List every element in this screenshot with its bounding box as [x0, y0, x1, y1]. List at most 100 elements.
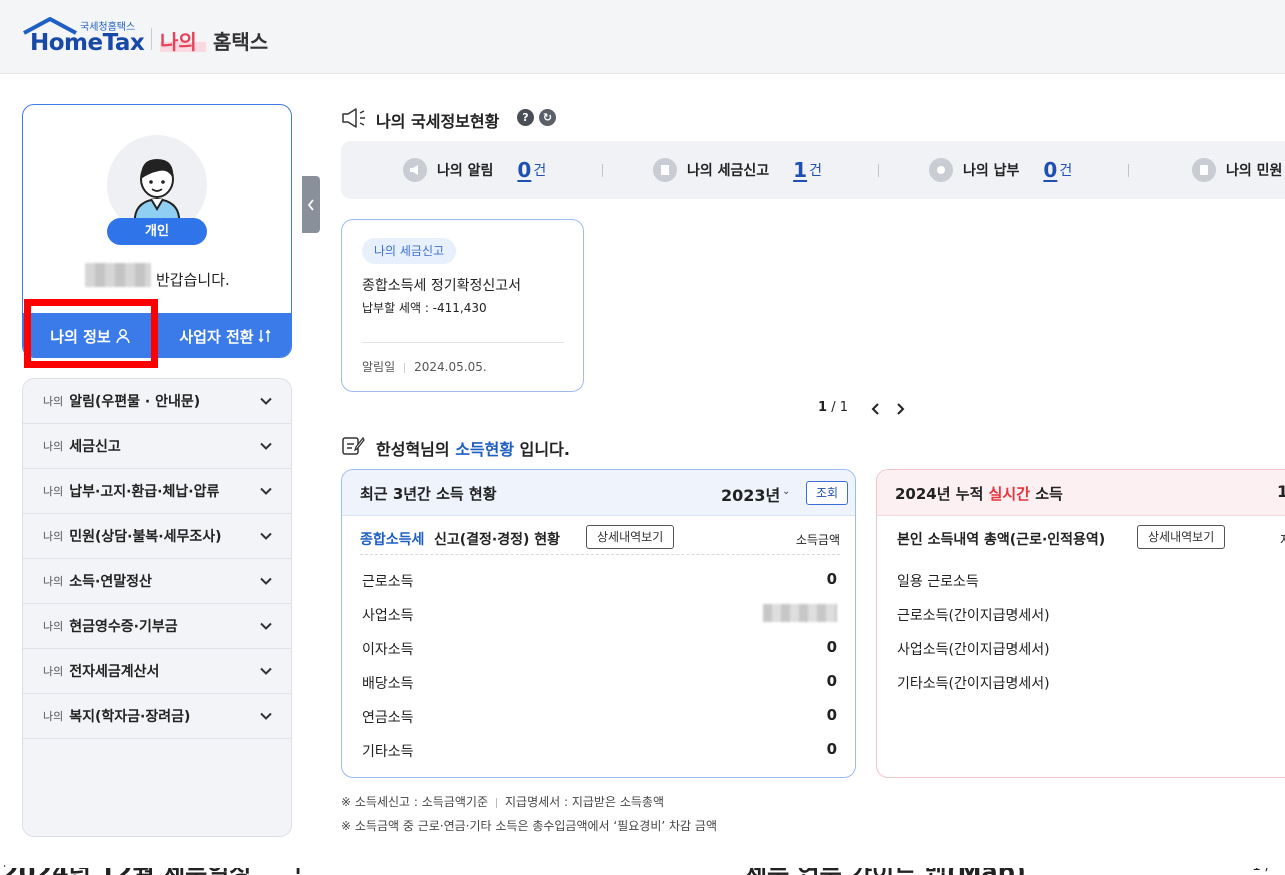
- menu-item-label: 알림(우편물 · 안내문): [69, 394, 201, 410]
- card-tag: 나의 세금신고: [362, 238, 457, 264]
- menu-item-label: 세금신고: [69, 439, 121, 455]
- amount-column-label: 소득금액: [795, 533, 840, 547]
- pager-total: 1: [839, 400, 848, 415]
- income-row: 이자소득 0: [362, 638, 837, 658]
- realtime-card-header: 2024년 누적 실시간 소득 1: [877, 470, 1285, 516]
- detail-view-button[interactable]: 상세내역보기: [586, 525, 675, 549]
- hometax-logo[interactable]: 국세청홈택스 HomeTax: [22, 16, 147, 58]
- realtime-income-card: 2024년 누적 실시간 소득 1 본인 소득내역 총액(근로·인적용역) 상세…: [876, 469, 1285, 778]
- document-edit-icon: [653, 158, 677, 182]
- menu-prefix: 나의: [43, 440, 64, 453]
- status-divider: [878, 164, 879, 177]
- menu-item-welfare[interactable]: 나의 복지(학자금·장려금): [23, 694, 291, 739]
- menu-prefix: 나의: [43, 575, 64, 588]
- realtime-card-title: 2024년 누적 실시간 소득: [895, 485, 1063, 503]
- income-3year-card: 최근 3년간 소득 현황 2023년 ⌄ 조회 종합소득세 신고(결정·경정) …: [341, 469, 856, 778]
- menu-prefix: 나의: [43, 620, 64, 633]
- clipboard-icon: [1192, 158, 1216, 182]
- pager-current: 1: [818, 400, 828, 415]
- menu-item-notices[interactable]: 나의 알림(우편물 · 안내문): [23, 379, 291, 424]
- year-select[interactable]: 2023년: [721, 482, 780, 506]
- realtime-amount-label: 지급: [1280, 531, 1285, 548]
- menu-item-cash-receipt[interactable]: 나의 현금영수증·기부금: [23, 604, 291, 649]
- user-name-redacted: [85, 263, 151, 287]
- next-page-icon[interactable]: [895, 403, 905, 415]
- megaphone-icon: [342, 108, 365, 128]
- subheader-text: 신고(결정·경정) 현황: [434, 532, 561, 548]
- card-divider: [362, 342, 564, 343]
- footnote-2: ※ 소득금액 중 근로·연금·기타 소득은 총수입금액에서 ‘필요경비’ 차감 …: [341, 819, 717, 833]
- status-civil[interactable]: 나의 민원: [1192, 141, 1285, 199]
- chevron-down-icon: [260, 442, 272, 450]
- menu-item-tax-filing[interactable]: 나의 세금신고: [23, 424, 291, 469]
- status-divider: [602, 164, 603, 177]
- side-menu: 나의 알림(우편물 · 안내문) 나의 세금신고 나의 납부·고지·환급·체납·…: [22, 378, 292, 837]
- status-divider: [1128, 164, 1129, 177]
- realtime-subheader-text: 본인 소득내역 총액(근로·인적용역): [897, 532, 1106, 548]
- card-pager: 1 / 1: [818, 400, 848, 415]
- chevron-down-icon: [260, 712, 272, 720]
- status-tax-filing[interactable]: 나의 세금신고 1 건: [653, 141, 822, 199]
- menu-item-civil[interactable]: 나의 민원(상담·불복·세무조사): [23, 514, 291, 559]
- income-card-header: 최근 3년간 소득 현황 2023년 ⌄ 조회: [342, 470, 855, 516]
- chevron-down-icon: [260, 667, 272, 675]
- menu-prefix: 나의: [43, 665, 64, 678]
- chevron-down-icon: [260, 577, 272, 585]
- query-button[interactable]: 조회: [806, 481, 848, 505]
- income-row: 기타소득 0: [362, 740, 837, 760]
- income-card-title: 최근 3년간 소득 현황: [360, 485, 497, 503]
- menu-item-label: 소득·연말정산: [69, 574, 152, 590]
- status-summary-bar: 나의 알림 0 건 나의 세금신고 1 건 나의 납부 0 건 나의 민원: [341, 141, 1285, 199]
- redacted-value: [763, 604, 837, 622]
- header: 국세청홈택스 HomeTax 나의 홈택스: [0, 0, 1285, 74]
- chevron-down-icon[interactable]: ⌄: [782, 486, 790, 497]
- income-row: 근로소득 0: [362, 570, 837, 590]
- chevron-down-icon: [260, 622, 272, 630]
- menu-prefix: 나의: [43, 395, 64, 408]
- menu-item-label: 민원(상담·불복·세무조사): [69, 529, 222, 545]
- page-title-my: 나의: [160, 30, 197, 54]
- chevron-left-icon: [307, 198, 314, 211]
- status-count[interactable]: 0: [517, 158, 531, 182]
- user-type-badge: 개인: [107, 218, 207, 245]
- income-row: 연금소득 0: [362, 706, 837, 726]
- status-notices[interactable]: 나의 알림 0 건: [403, 141, 546, 199]
- status-payment[interactable]: 나의 납부 0 건: [929, 141, 1072, 199]
- menu-prefix: 나의: [43, 530, 64, 543]
- greeting-text: 반갑습니다.: [156, 271, 230, 289]
- chevron-down-icon: [260, 487, 272, 495]
- income-divider: [360, 554, 840, 555]
- income-row: 배당소득 0: [362, 672, 837, 692]
- status-section-title: 나의 국세정보현황: [376, 112, 500, 131]
- refresh-icon[interactable]: ↻: [539, 109, 556, 126]
- card-amount: 납부할 세액 : -411,430: [362, 301, 487, 315]
- collapse-sidebar-button[interactable]: [302, 176, 320, 233]
- status-count[interactable]: 0: [1043, 158, 1057, 182]
- tax-filing-card[interactable]: 나의 세금신고 종합소득세 정기확정신고서 납부할 세액 : -411,430 …: [341, 219, 584, 392]
- edit-note-icon: [342, 436, 365, 455]
- switch-business-label: 사업자 전환: [179, 327, 254, 346]
- help-icon[interactable]: ?: [517, 109, 534, 126]
- logo-text: HomeTax: [30, 30, 145, 56]
- realtime-subheader: 본인 소득내역 총액(근로·인적용역) 상세내역보기 지급: [897, 525, 1285, 555]
- income-section-title: 한성혁님의 소득현황 입니다.: [376, 440, 570, 459]
- page-title: 홈택스: [213, 30, 269, 54]
- menu-item-income[interactable]: 나의 소득·연말정산: [23, 559, 291, 604]
- footnote-1: ※ 소득세신고 : 소득금액기준 지급명세서 : 지급받은 소득총액: [341, 795, 664, 809]
- menu-item-label: 납부·고지·환급·체납·압류: [69, 484, 220, 500]
- swap-arrows-icon: [258, 329, 271, 343]
- my-hometax-modal: 국세청홈택스 HomeTax 나의 홈택스 개인 반갑습니다. 나의 정보 사업…: [0, 0, 1285, 868]
- status-count[interactable]: 1: [793, 158, 807, 182]
- my-info-highlight-box: [24, 299, 158, 368]
- prev-page-icon[interactable]: [871, 403, 881, 415]
- income-subheader: 종합소득세 신고(결정·경정) 현황 상세내역보기 소득금액: [360, 525, 840, 555]
- realtime-detail-button[interactable]: 상세내역보기: [1137, 525, 1226, 549]
- realtime-year-cut[interactable]: 1: [1277, 482, 1285, 501]
- bell-icon: [403, 158, 427, 182]
- card-title: 종합소득세 정기확정신고서: [362, 278, 522, 294]
- menu-prefix: 나의: [43, 710, 64, 723]
- menu-item-e-invoice[interactable]: 나의 전자세금계산서: [23, 649, 291, 694]
- payment-icon: [929, 158, 953, 182]
- switch-business-button[interactable]: 사업자 전환: [158, 313, 291, 357]
- menu-item-payment[interactable]: 나의 납부·고지·환급·체납·압류: [23, 469, 291, 514]
